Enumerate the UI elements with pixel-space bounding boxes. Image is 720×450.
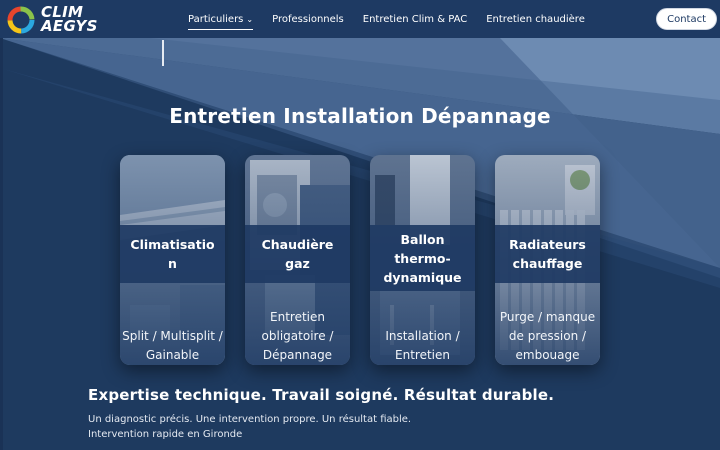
- card-title-band: Climatisatio n: [120, 225, 225, 283]
- nav-particuliers[interactable]: Particuliers ⌄: [188, 0, 254, 38]
- service-card-ballon[interactable]: Ballon thermo-dynamique Installation / E…: [370, 155, 475, 365]
- hero-description-line2: Intervention rapide en Gironde: [88, 429, 243, 440]
- site-header: CLIM AEGYS Particuliers ⌄ Professionnels…: [0, 0, 720, 38]
- main-nav: Particuliers ⌄ Professionnels Entretien …: [188, 0, 604, 38]
- logo-ring-icon: [7, 6, 35, 34]
- logo-wordmark: CLIM AEGYS: [41, 5, 98, 35]
- card-title: Climatisatio n: [130, 237, 215, 271]
- card-title: Radiateurs chauffage: [509, 237, 586, 271]
- hero-description-line1: Un diagnostic précis. Une intervention p…: [88, 414, 412, 425]
- nav-entretien-chaudiere-label: Entretien chaudière: [486, 13, 585, 25]
- card-title-band: Chaudière gaz: [245, 225, 350, 283]
- card-subtitle: Purge / manque de pression / embouage: [499, 310, 596, 362]
- card-title-band: Radiateurs chauffage: [495, 225, 600, 283]
- nav-particuliers-label: Particuliers: [188, 13, 244, 25]
- nav-professionnels[interactable]: Professionnels: [272, 0, 344, 38]
- divider-line: [162, 40, 164, 66]
- nav-entretien-clim[interactable]: Entretien Clim & PAC: [363, 0, 467, 38]
- card-subtitle: Split / Multisplit / Gainable: [122, 329, 223, 362]
- chevron-down-icon: ⌄: [246, 14, 254, 24]
- service-card-chaudiere[interactable]: Chaudière gaz Entretien obligatoire / Dé…: [245, 155, 350, 365]
- card-subtitle: Installation / Entretien: [385, 329, 460, 362]
- logo-line2: AEGYS: [41, 17, 98, 35]
- card-title: Ballon thermo-dynamique: [383, 231, 462, 285]
- card-subtitle: Entretien obligatoire / Dépannage: [261, 310, 334, 362]
- service-card-climatisation[interactable]: Climatisatio n Split / Multisplit / Gain…: [120, 155, 225, 365]
- nav-professionnels-label: Professionnels: [272, 13, 344, 25]
- nav-entretien-clim-label: Entretien Clim & PAC: [362, 13, 468, 25]
- service-card-radiateurs[interactable]: Radiateurs chauffage Purge / manque de p…: [495, 155, 600, 365]
- hero-tagline: Expertise technique. Travail soigné. Rés…: [88, 386, 555, 404]
- nav-entretien-chaudiere[interactable]: Entretien chaudière: [486, 0, 585, 38]
- hero-title: Entretien Installation Dépannage: [169, 104, 551, 128]
- contact-button[interactable]: Contact: [656, 8, 717, 30]
- left-edge-rule: [0, 38, 3, 450]
- card-title-band: Ballon thermo-dynamique: [370, 225, 475, 291]
- card-title: Chaudière gaz: [261, 237, 334, 271]
- brand-logo[interactable]: CLIM AEGYS: [6, 3, 98, 35]
